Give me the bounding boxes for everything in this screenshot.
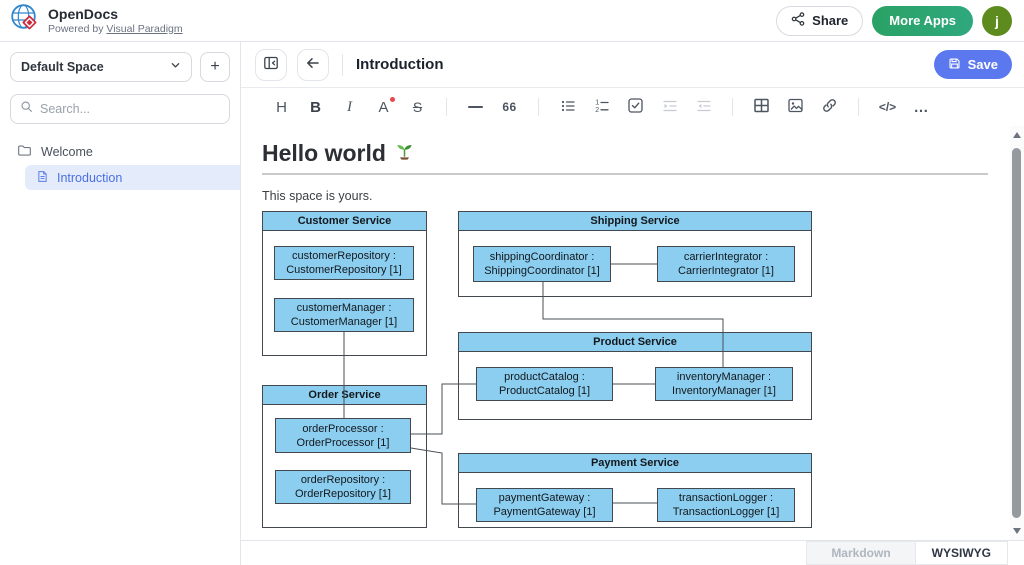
document-icon [36,170,49,186]
avatar[interactable]: j [982,6,1012,36]
search-box[interactable] [10,94,230,124]
chevron-down-icon [170,60,181,74]
sidebar: Default Space + Welcome [0,42,241,565]
part-order-processor: orderProcessor : OrderProcessor [1] [275,418,411,453]
strikethrough-button[interactable]: S [403,93,432,121]
tab-markdown[interactable]: Markdown [806,541,915,565]
task-list-button[interactable] [621,93,650,121]
service-box-order: Order Service [262,385,427,528]
tab-wysiwyg[interactable]: WYSIWYG [916,541,1008,565]
ordered-list-icon: 12 [594,98,610,117]
task-list-icon [627,97,644,117]
horizontal-rule-button[interactable] [461,93,490,121]
ordered-list-button[interactable]: 12 [587,93,616,121]
search-input[interactable] [40,102,220,116]
doc-header: Introduction Save [241,42,1024,88]
table-button[interactable] [747,93,776,121]
image-button[interactable] [781,93,810,121]
link-button[interactable] [815,93,844,121]
document-heading: Hello world [262,141,988,166]
bullet-list-icon [560,98,576,117]
part-carrier-integrator: carrierIntegrator : CarrierIntegrator [1… [657,246,795,282]
search-icon [20,100,33,118]
part-product-catalog: productCatalog : ProductCatalog [1] [476,367,613,401]
part-shipping-coordinator: shippingCoordinator : ShippingCoordinato… [473,246,611,282]
link-icon [821,97,838,117]
toggle-sidebar-button[interactable] [255,49,287,81]
paragraph: This space is yours. [262,189,988,203]
toolbar-divider [858,98,859,116]
outdent-icon [696,98,712,117]
powered-by: Powered by Visual Paradigm [48,23,183,35]
save-icon [948,57,961,73]
editor-footer: Markdown WYSIWYG [241,540,1024,565]
scroll-up-arrow[interactable] [1013,132,1021,138]
bullet-list-button[interactable] [553,93,582,121]
heading-button[interactable]: H [267,93,296,121]
document-content[interactable]: Hello world This space is yours. [241,126,1010,529]
part-inventory-manager: inventoryManager : InventoryManager [1] [655,367,793,401]
share-button[interactable]: Share [776,6,863,36]
editor-scrollbar[interactable] [1010,126,1024,540]
top-header: OpenDocs Powered by Visual Paradigm Shar… [0,0,1024,42]
panel-toggle-icon [263,55,279,74]
bold-button[interactable]: B [301,93,330,121]
italic-button[interactable]: I [335,93,364,121]
more-options-button[interactable]: … [907,93,936,121]
indent-button[interactable] [655,93,684,121]
part-customer-repository: customerRepository : CustomerRepository … [274,246,414,280]
part-order-repository: orderRepository : OrderRepository [1] [275,470,411,504]
toolbar-divider [446,98,447,116]
space-selector[interactable]: Default Space [10,52,192,82]
editor-area[interactable]: Hello world This space is yours. [241,126,1024,540]
code-block-button[interactable]: </> [873,93,902,121]
opendocs-logo-icon [10,3,40,38]
tree-item-welcome[interactable]: Welcome [0,140,240,165]
more-apps-button[interactable]: More Apps [872,6,973,36]
back-arrow-icon [305,55,321,74]
seedling-emoji [395,141,414,166]
toolbar-divider [538,98,539,116]
add-space-button[interactable]: + [200,52,230,82]
part-payment-gateway: paymentGateway : PaymentGateway [1] [476,488,613,522]
outdent-button[interactable] [689,93,718,121]
services-diagram[interactable]: Customer Service customerRepository : Cu… [262,211,813,529]
app-name: OpenDocs [48,6,183,22]
part-transaction-logger: transactionLogger : TransactionLogger [1… [657,488,795,522]
indent-icon [662,98,678,117]
share-icon [791,12,805,29]
service-box-customer: Customer Service [262,211,427,356]
page-title: Introduction [356,56,443,73]
divider [342,54,343,76]
heading-rule [262,173,988,175]
folder-icon [17,143,32,161]
svg-text:2: 2 [595,107,599,114]
scroll-down-arrow[interactable] [1013,528,1021,534]
scrollbar-thumb[interactable] [1012,148,1021,518]
formatting-toolbar: H B I A S 66 12 [241,88,1024,126]
table-icon [753,97,770,117]
doc-tree: Welcome Introduction [0,140,240,190]
save-button[interactable]: Save [934,50,1012,79]
toolbar-divider [732,98,733,116]
horizontal-rule-icon [468,106,483,108]
part-customer-manager: customerManager : CustomerManager [1] [274,298,414,332]
visual-paradigm-link[interactable]: Visual Paradigm [106,23,182,35]
brand: OpenDocs Powered by Visual Paradigm [10,3,183,38]
blockquote-button[interactable]: 66 [495,93,524,121]
svg-text:1: 1 [595,99,599,106]
font-color-button[interactable]: A [369,93,398,121]
back-button[interactable] [297,49,329,81]
tree-item-introduction[interactable]: Introduction [25,165,240,190]
image-icon [787,97,804,117]
